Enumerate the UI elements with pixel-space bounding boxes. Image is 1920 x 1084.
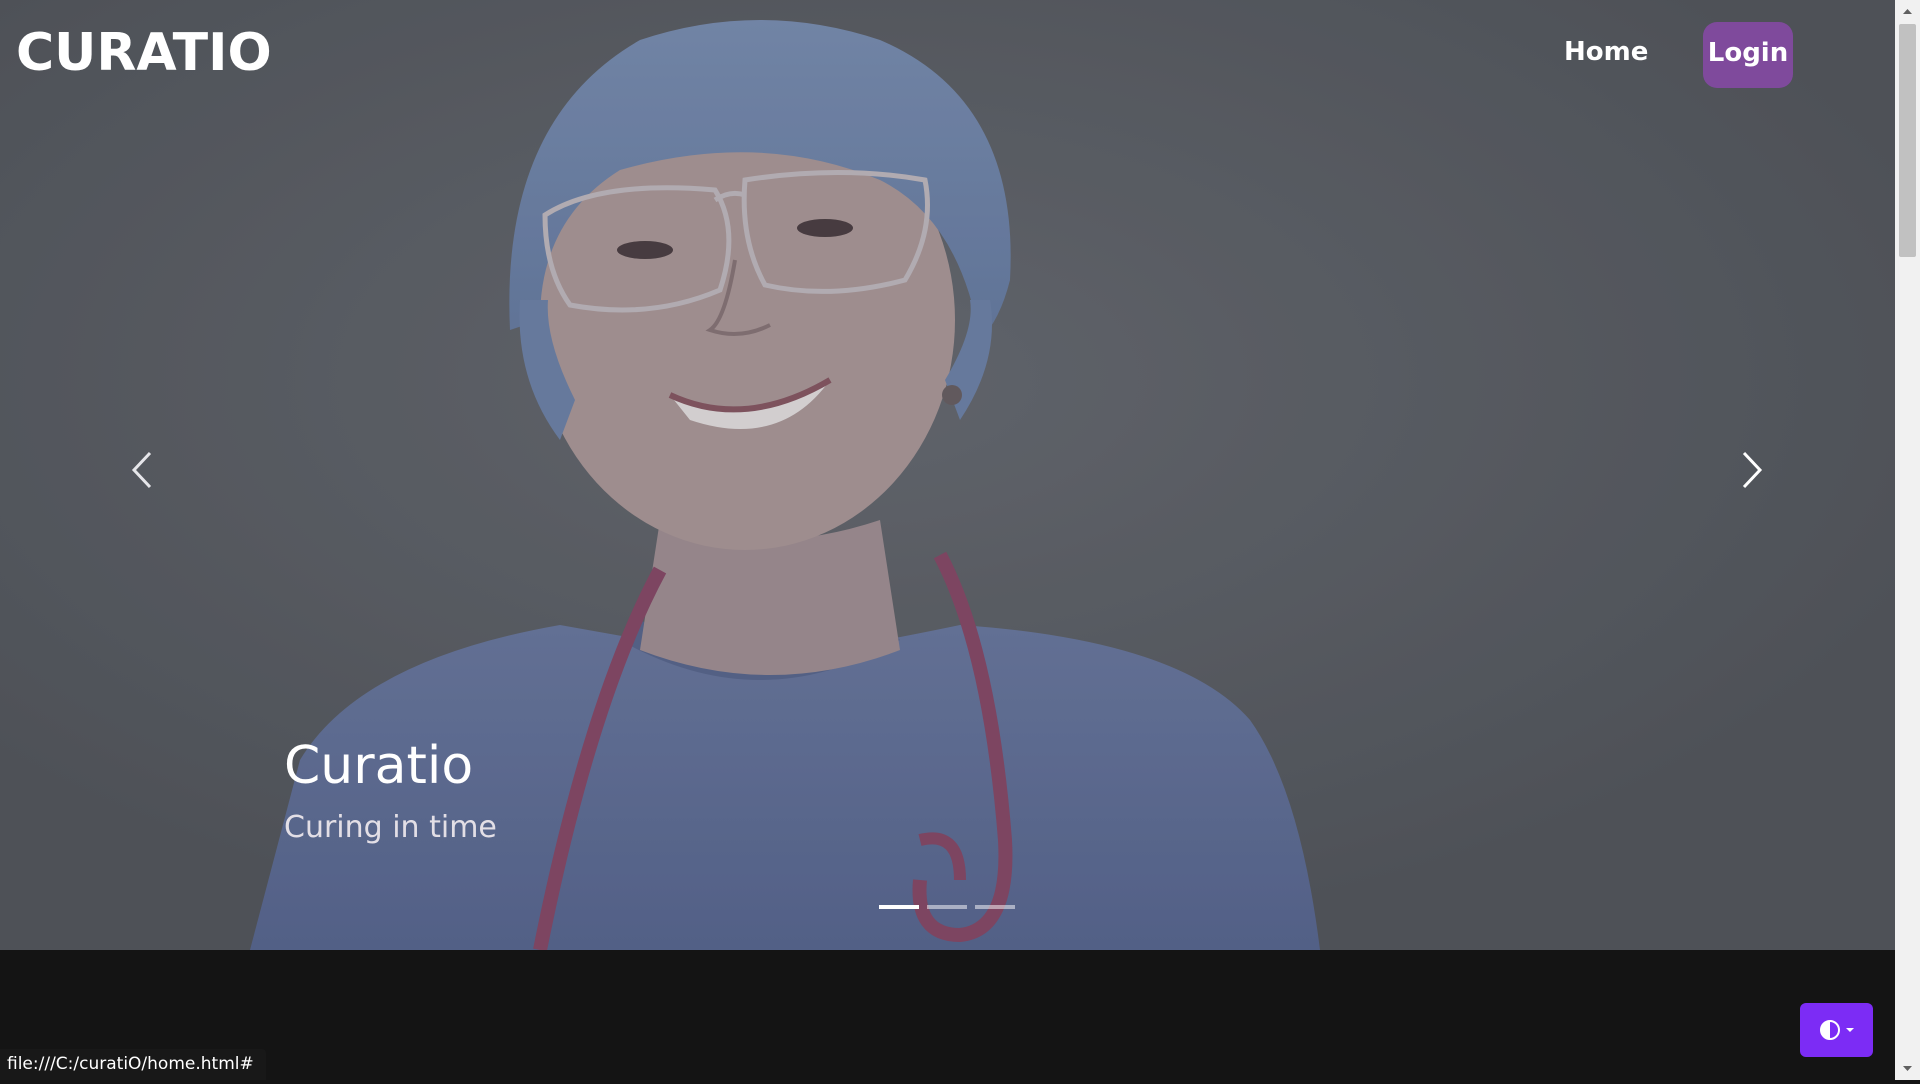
carousel-indicator-3[interactable] <box>975 905 1015 909</box>
vertical-scrollbar[interactable] <box>1895 0 1920 1080</box>
carousel-prev-button[interactable] <box>112 445 172 495</box>
nav-home-link[interactable]: Home <box>1550 30 1662 74</box>
scroll-down-button[interactable] <box>1895 1058 1920 1080</box>
caret-down-icon <box>1845 1028 1854 1032</box>
contrast-icon <box>1819 1020 1840 1040</box>
theme-toggle-button[interactable] <box>1800 1003 1873 1057</box>
browser-status-url: file:///C:/curatiO/home.html# <box>0 1049 266 1080</box>
carousel-next-button[interactable] <box>1722 445 1782 495</box>
page: Curatio Curing in time CURATIO Home Logi… <box>0 0 1895 1080</box>
scroll-up-button[interactable] <box>1895 0 1920 22</box>
chevron-right-icon <box>1742 451 1763 489</box>
scrollbar-thumb[interactable] <box>1899 24 1916 257</box>
carousel-indicator-2[interactable] <box>927 905 967 909</box>
scroll-up-arrow-icon <box>1903 9 1912 14</box>
carousel-indicators <box>879 905 1015 909</box>
chevron-left-icon <box>131 451 152 489</box>
carousel-caption-subtitle: Curing in time <box>284 810 497 845</box>
nav-login-button[interactable]: Login <box>1703 22 1793 88</box>
brand-logo[interactable]: CURATIO <box>16 18 272 88</box>
hero-carousel: Curatio Curing in time <box>0 0 1895 950</box>
carousel-caption-title: Curatio <box>284 736 474 796</box>
carousel-indicator-1[interactable] <box>879 905 919 909</box>
scroll-down-arrow-icon <box>1903 1066 1912 1071</box>
